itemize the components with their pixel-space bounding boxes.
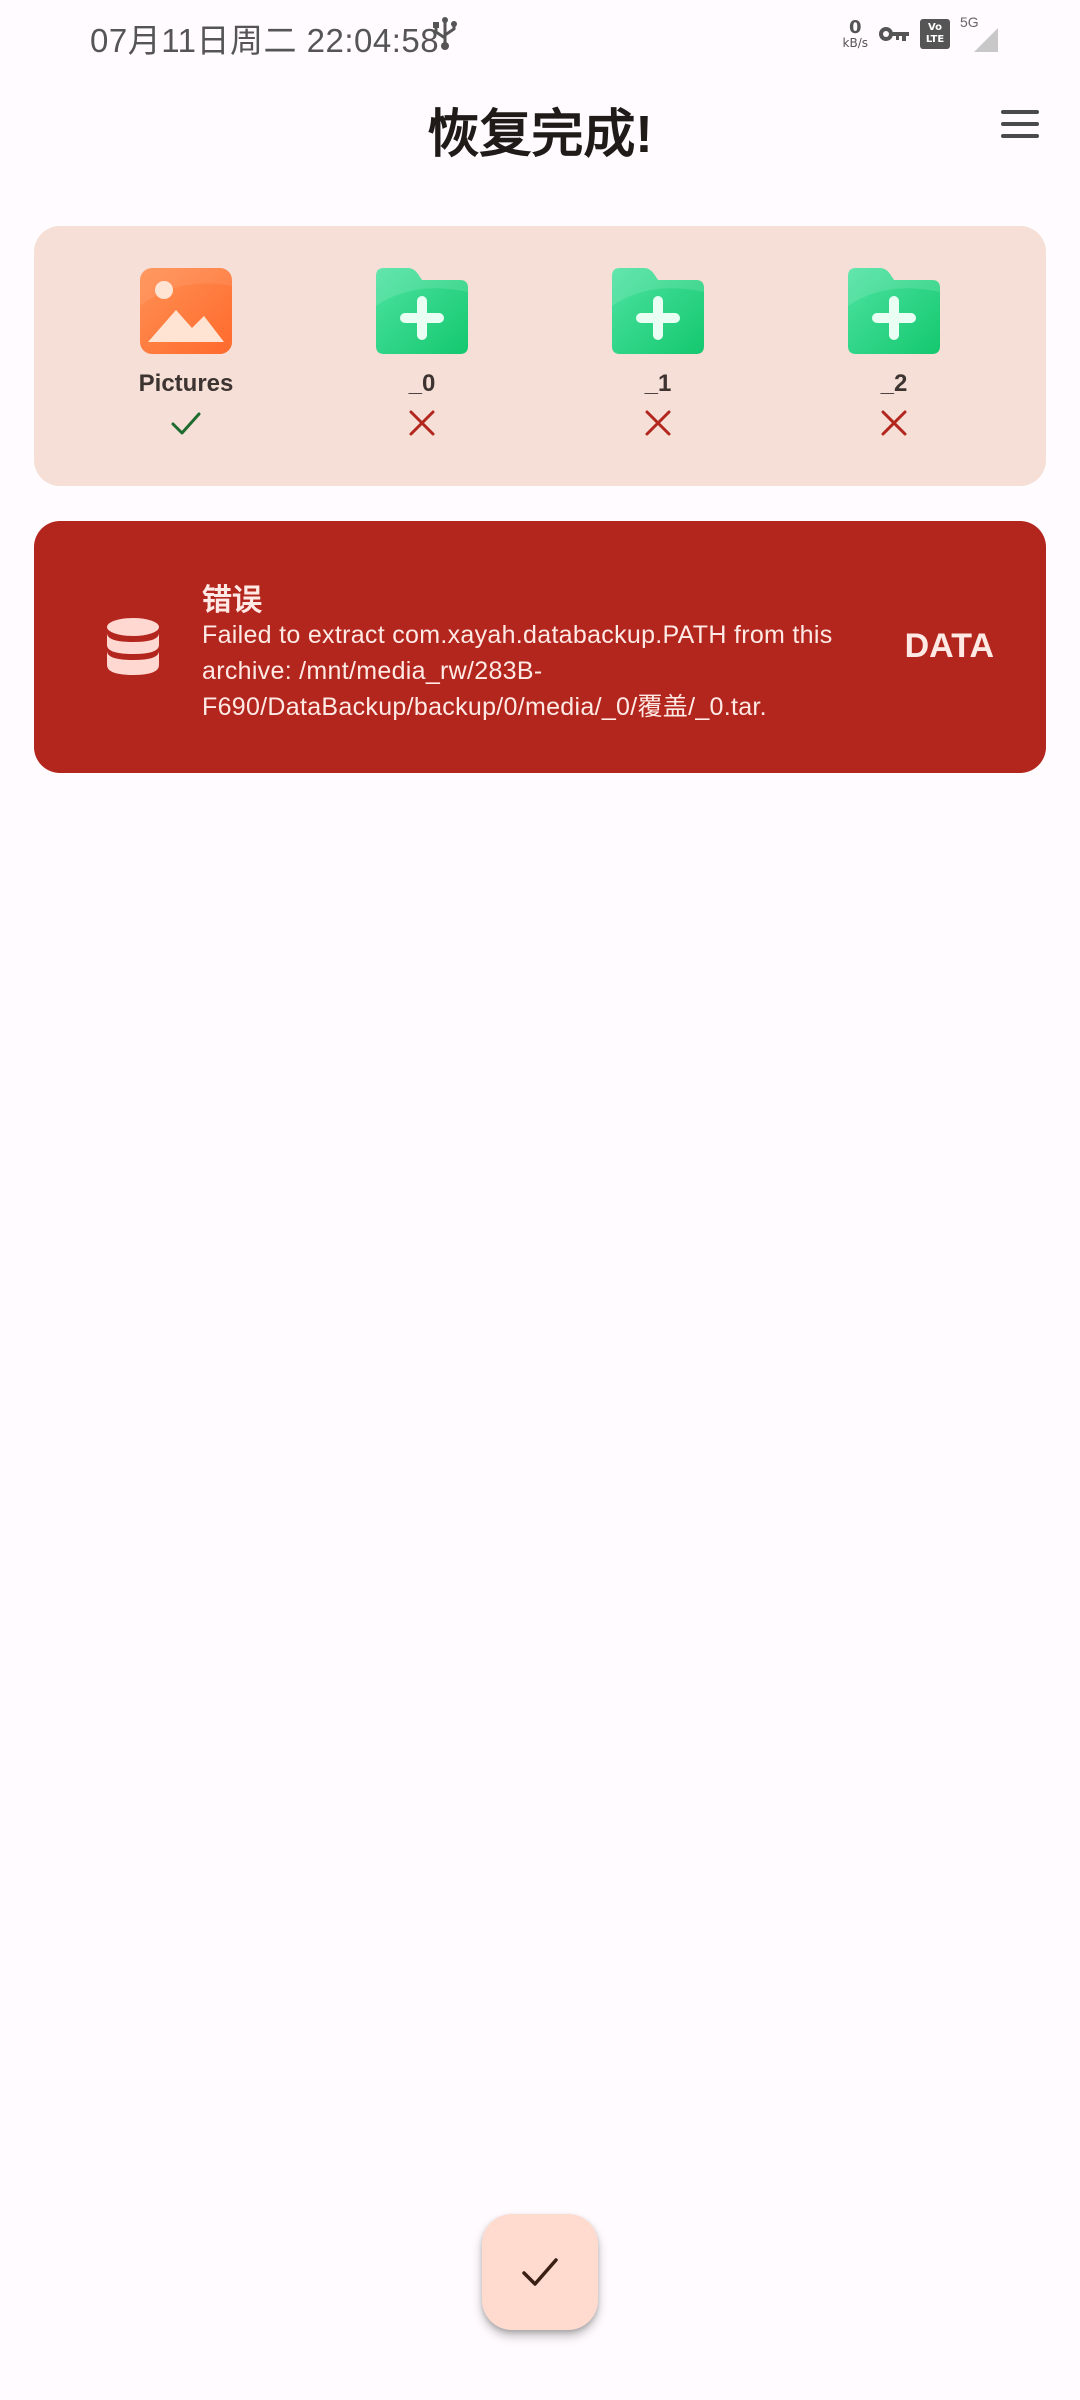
key-icon — [879, 27, 909, 41]
restore-item-pictures[interactable]: Pictures — [106, 266, 266, 440]
error-message: Failed to extract com.xayah.databackup.P… — [202, 621, 833, 721]
image-icon — [140, 268, 232, 354]
status-bar: 07月11日周二 22:04:58 0 kB/s Vo LTE 5G — [0, 0, 1080, 70]
restore-item-label: _1 — [644, 370, 672, 397]
page-title: 恢复完成! — [427, 106, 653, 164]
error-card[interactable]: 错误 Failed to extract com.xayah.databacku… — [34, 521, 1046, 773]
menu-button[interactable] — [996, 100, 1044, 148]
folder-add-icon — [376, 268, 468, 354]
error-type-label: DATA — [904, 627, 994, 665]
restore-items-card: Pictures _0 _1 _2 — [34, 226, 1046, 486]
volte-icon: Vo LTE — [920, 19, 950, 49]
restore-item-2[interactable]: _2 — [814, 266, 974, 440]
restore-item-label: _0 — [408, 370, 436, 397]
folder-add-icon — [848, 268, 940, 354]
close-icon — [409, 410, 435, 436]
volte-bottom-label: LTE — [925, 34, 945, 45]
volte-top-label: Vo — [927, 22, 943, 33]
signal-indicator: 5G — [960, 14, 1000, 54]
close-icon — [645, 410, 671, 436]
database-icon — [107, 618, 159, 675]
check-icon — [171, 412, 201, 435]
status-time: 07月11日周二 22:04:58 — [90, 22, 440, 59]
folder-add-icon — [612, 268, 704, 354]
done-button[interactable] — [482, 2214, 598, 2330]
check-icon — [522, 2258, 558, 2286]
restore-item-label: _2 — [880, 370, 908, 397]
network-speed-value: 0 — [848, 17, 862, 38]
signal-icon — [974, 28, 998, 52]
close-icon — [881, 410, 907, 436]
menu-icon-bar — [1001, 122, 1039, 126]
network-speed: 0 kB/s — [842, 17, 868, 50]
restore-item-1[interactable]: _1 — [578, 266, 738, 440]
restore-item-0[interactable]: _0 — [342, 266, 502, 440]
menu-icon — [1001, 110, 1039, 114]
menu-icon-bar — [1001, 134, 1039, 138]
usb-icon — [433, 17, 457, 50]
restore-item-label: Pictures — [138, 370, 234, 397]
error-title: 错误 — [202, 584, 262, 617]
network-speed-unit: kB/s — [842, 36, 868, 50]
